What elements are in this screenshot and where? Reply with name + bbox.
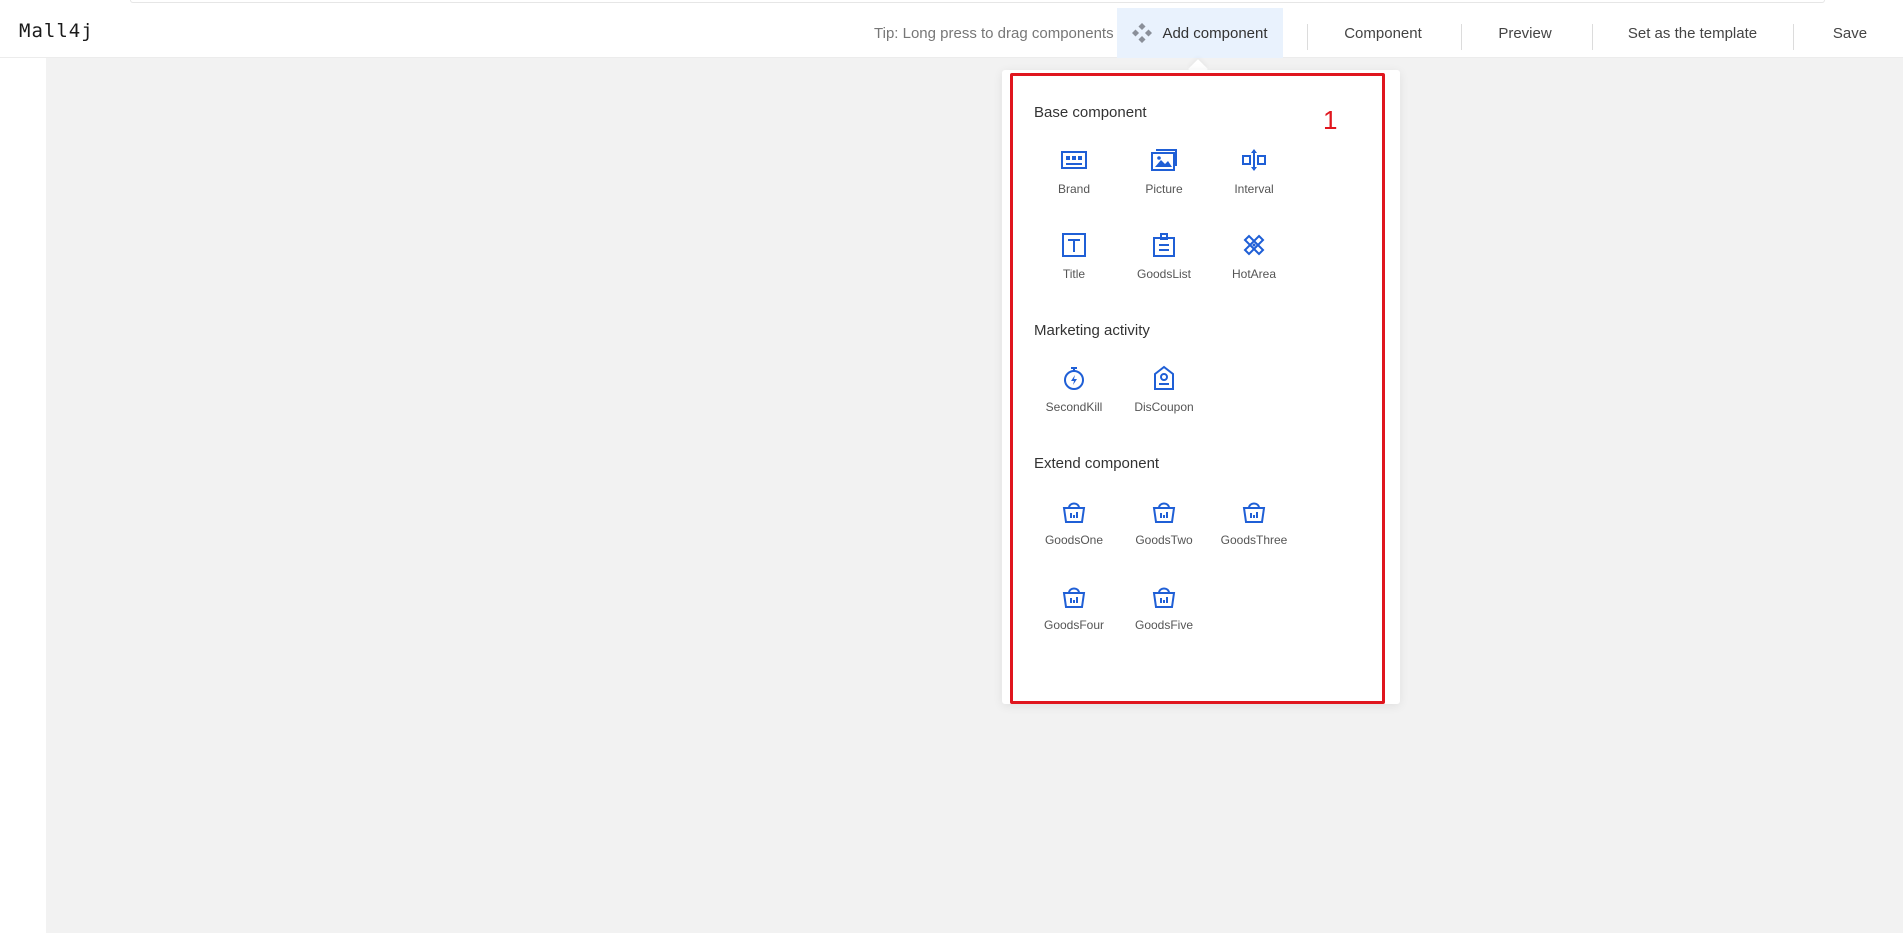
component-label: SecondKill [1045,400,1103,414]
component-title[interactable]: Title [1029,223,1119,287]
component-hotarea[interactable]: HotArea [1209,223,1299,287]
component-discoupon[interactable]: DisCoupon [1119,356,1209,420]
component-interval[interactable]: Interval [1209,138,1299,202]
left-gutter [0,58,46,933]
section-title-base: Base component [1034,104,1147,121]
component-goodsthree[interactable]: GoodsThree [1209,489,1299,553]
component-secondkill[interactable]: SecondKill [1029,356,1119,420]
separator [1592,24,1593,50]
component-button[interactable]: Component [1320,8,1446,58]
basket-icon [1242,502,1266,523]
component-label: HotArea [1231,267,1277,281]
set-template-button[interactable]: Set as the template [1610,8,1775,58]
basket-icon [1152,587,1176,608]
hot-area-icon [1243,234,1265,256]
separator [1793,24,1794,50]
save-button[interactable]: Save [1810,8,1890,58]
component-goodslist[interactable]: GoodsList [1119,223,1209,287]
app-logo: Mall4j [19,20,94,42]
component-goodstwo[interactable]: GoodsTwo [1119,489,1209,553]
component-brand[interactable]: Brand [1029,138,1119,202]
component-label: GoodsFive [1134,618,1194,632]
component-goodsone[interactable]: GoodsOne [1029,489,1119,553]
component-label: GoodsFour [1043,618,1105,632]
component-label: GoodsThree [1220,533,1288,547]
preview-button[interactable]: Preview [1475,8,1575,58]
browser-strip [130,0,1825,3]
component-label: Title [1062,267,1086,281]
component-label: GoodsTwo [1135,533,1193,547]
section-title-extend: Extend component [1034,455,1160,472]
basket-icon [1062,502,1086,523]
basket-icon [1152,502,1176,523]
component-picture[interactable]: Picture [1119,138,1209,202]
top-toolbar: Mall4j Tip: Long press to drag component… [0,0,1903,58]
add-component-button[interactable]: Add component [1117,8,1283,58]
component-label: GoodsOne [1044,533,1104,547]
add-component-label: Add component [1162,24,1268,42]
separator [1307,24,1308,50]
stopwatch-icon [1064,367,1084,390]
component-label: DisCoupon [1134,400,1194,414]
title-icon [1062,233,1086,257]
logo-text: Mall4j [19,20,94,42]
picture-icon [1151,149,1177,171]
components-icon [1132,23,1153,43]
component-goodsfive[interactable]: GoodsFive [1119,574,1209,638]
component-goodsfour[interactable]: GoodsFour [1029,574,1119,638]
component-label: Interval [1234,182,1274,196]
coupon-icon [1154,365,1174,390]
component-label: Picture [1145,182,1183,196]
step-number: 1 [1323,105,1338,135]
component-label: Brand [1057,182,1091,196]
separator [1461,24,1462,50]
brand-icon [1061,151,1087,169]
editor-canvas[interactable] [46,58,1903,933]
goods-list-icon [1153,233,1175,257]
component-label: GoodsList [1136,267,1192,281]
drag-tip: Tip: Long press to drag components [874,25,1114,42]
interval-icon [1242,149,1266,171]
basket-icon [1062,587,1086,608]
section-title-marketing: Marketing activity [1034,322,1150,339]
